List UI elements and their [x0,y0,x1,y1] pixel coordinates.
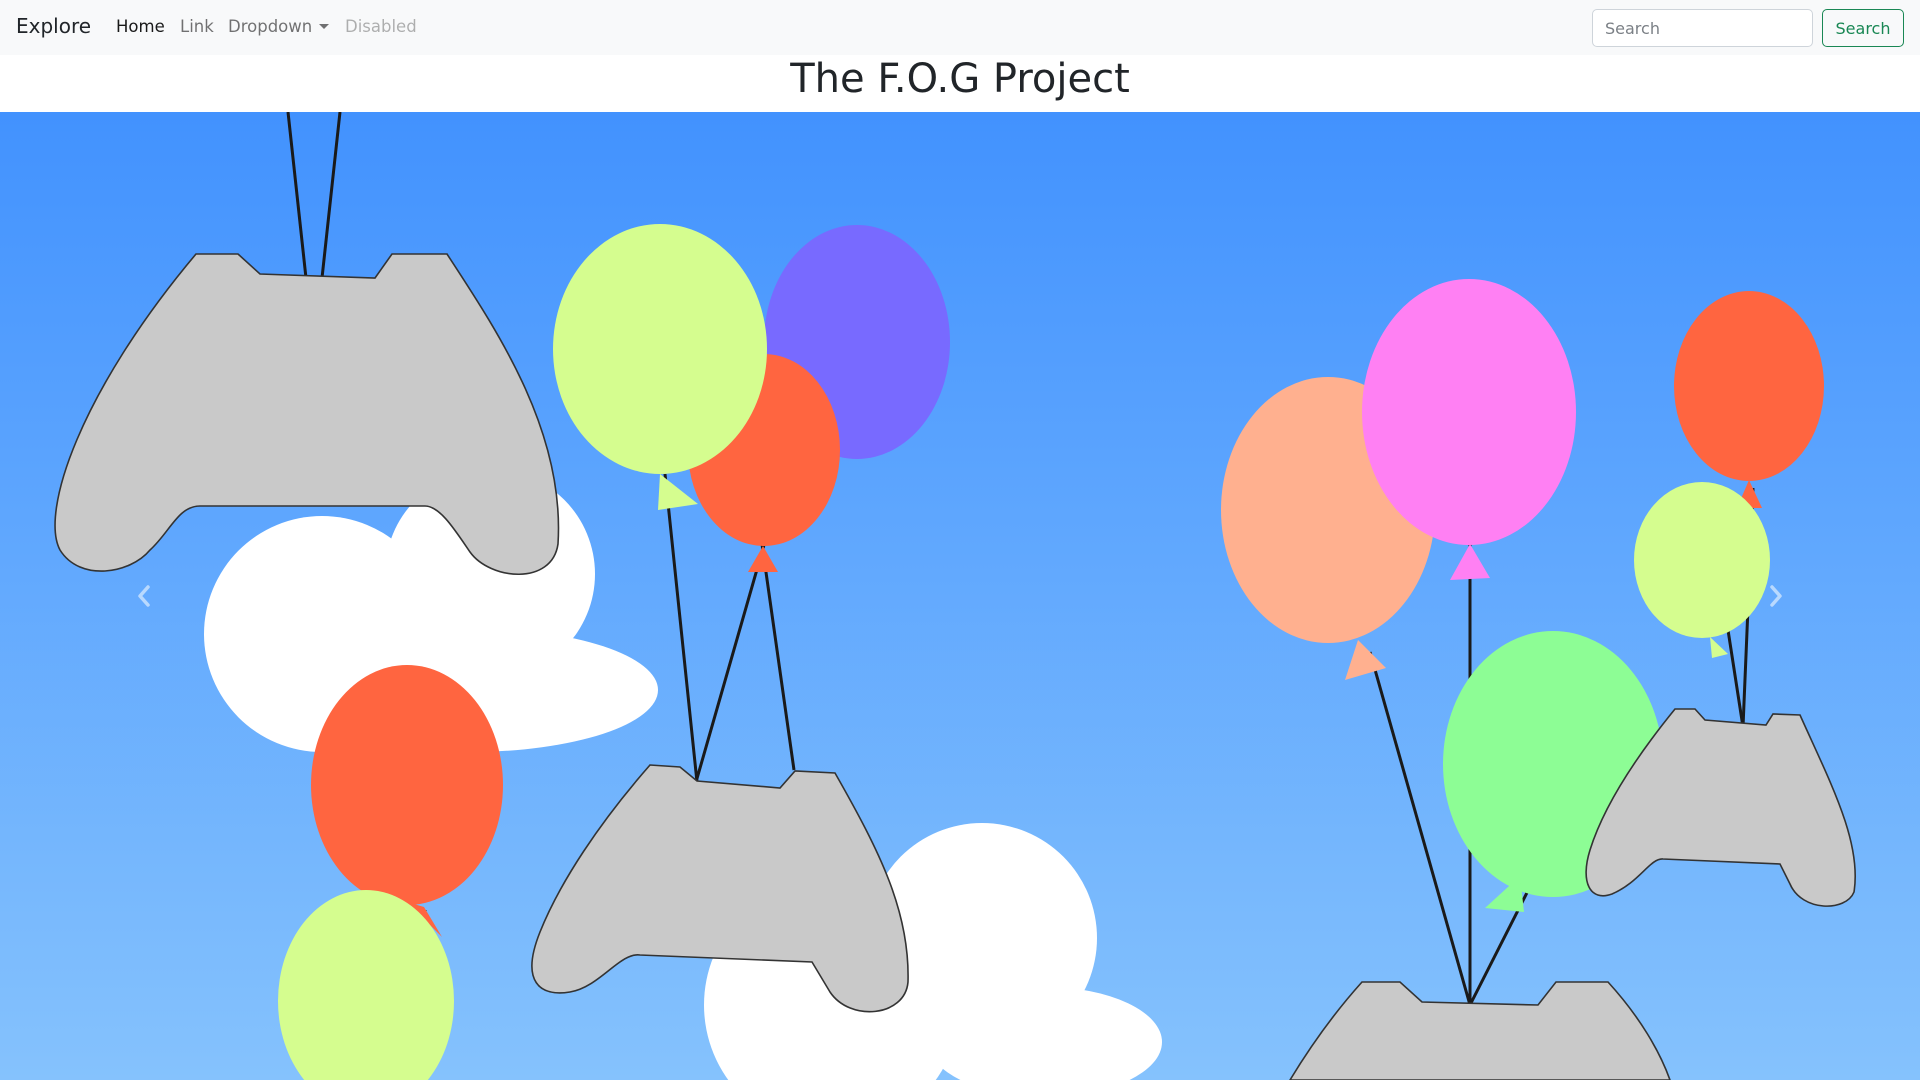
nav-link-home[interactable]: Home [116,17,165,36]
navbar: Explore Home Link Dropdown Disabled Sear… [0,0,1920,55]
nav-dropdown-label: Dropdown [228,17,313,36]
balloon-lime-center [553,224,767,474]
nav-dropdown-toggle[interactable]: Dropdown [228,17,330,36]
chevron-left-icon [138,585,150,607]
nav-link-disabled: Disabled [345,17,417,36]
carousel [0,112,1920,1080]
nav-link-link[interactable]: Link [180,17,214,36]
navbar-brand[interactable]: Explore [16,14,91,38]
caret-down-icon [319,24,330,29]
balloon-pink [1362,279,1576,545]
carousel-next-control[interactable] [1632,112,1920,1080]
search-button[interactable]: Search [1822,9,1904,47]
page-title: The F.O.G Project [0,55,1920,111]
search-input[interactable] [1592,9,1813,47]
carousel-prev-control[interactable] [0,112,288,1080]
balloon-red-left [311,665,503,905]
chevron-right-icon [1770,585,1782,607]
